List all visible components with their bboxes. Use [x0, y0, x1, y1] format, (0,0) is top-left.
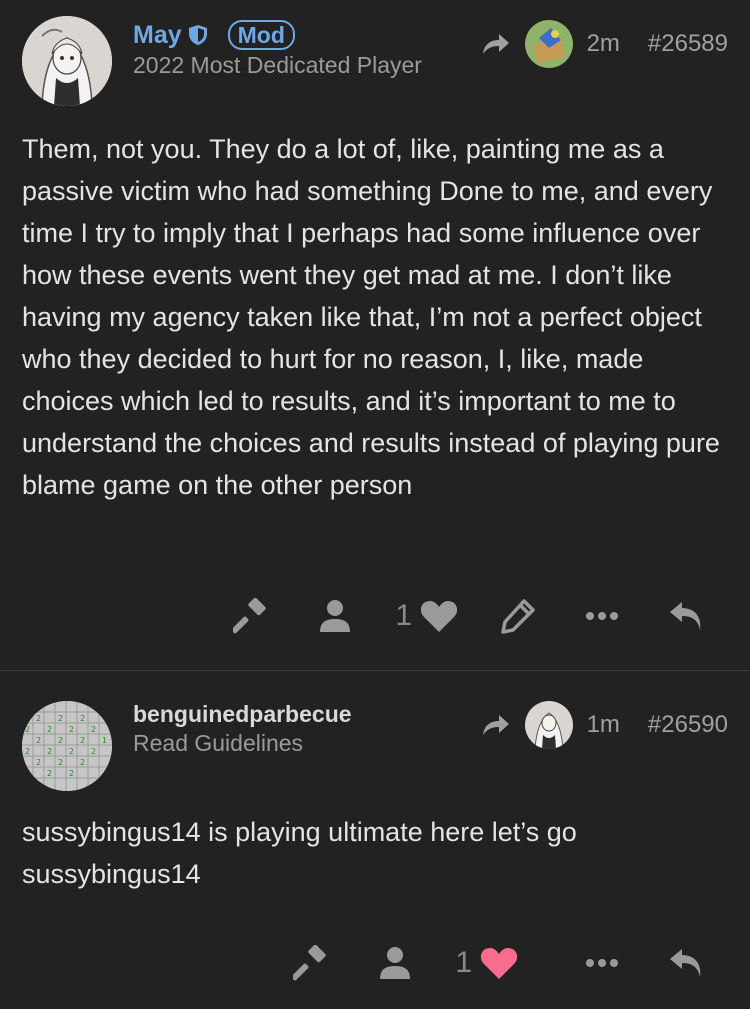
- svg-text:2: 2: [58, 736, 63, 745]
- shield-icon: [188, 24, 208, 46]
- svg-text:2: 2: [80, 714, 85, 723]
- pencil-icon[interactable]: [494, 592, 542, 640]
- post-time[interactable]: 1m: [587, 711, 620, 739]
- svg-text:2: 2: [36, 736, 41, 745]
- user-info: benguinedparbecue Read Guidelines: [133, 701, 352, 757]
- user-title: 2022 Most Dedicated Player: [133, 52, 422, 78]
- post-actions: 1: [191, 592, 710, 640]
- heart-icon[interactable]: [480, 946, 518, 980]
- svg-text:2: 2: [80, 758, 85, 767]
- reply-to-avatar[interactable]: [524, 20, 573, 68]
- post-meta: 2m #26589: [481, 20, 728, 68]
- svg-text:1: 1: [102, 736, 107, 745]
- svg-text:2: 2: [25, 747, 30, 756]
- svg-text:2: 2: [36, 714, 41, 723]
- reply-to-icon[interactable]: [481, 713, 511, 737]
- user-icon[interactable]: [311, 592, 359, 640]
- post-body: sussybingus14 is playing ultimate here l…: [22, 817, 577, 889]
- svg-text:2: 2: [69, 747, 74, 756]
- svg-text:2: 2: [58, 714, 63, 723]
- username[interactable]: benguinedparbecue: [133, 701, 352, 728]
- post-meta: 1m #26590: [481, 701, 728, 749]
- post-time[interactable]: 2m: [587, 30, 620, 58]
- reply-to-avatar[interactable]: [524, 701, 573, 749]
- post: May Mod 2022 Most Dedicated Player 2m #2…: [0, 0, 750, 670]
- more-icon[interactable]: [578, 939, 626, 987]
- svg-text:2: 2: [47, 747, 52, 756]
- svg-text:2: 2: [80, 736, 85, 745]
- post-body: Them, not you. They do a lot of, like, p…: [22, 134, 720, 500]
- avatar[interactable]: [22, 16, 112, 106]
- mod-badge: Mod: [227, 20, 295, 50]
- like-count: 1: [395, 599, 412, 632]
- user-icon[interactable]: [371, 939, 419, 987]
- user-title: Read Guidelines: [133, 730, 304, 756]
- like-button[interactable]: 1: [455, 946, 518, 980]
- hammer-icon[interactable]: [227, 592, 275, 640]
- hammer-icon[interactable]: [287, 939, 335, 987]
- svg-text:2: 2: [91, 747, 96, 756]
- post-number[interactable]: #26590: [648, 711, 728, 739]
- post-number[interactable]: #26589: [648, 30, 728, 58]
- reply-to-icon[interactable]: [481, 32, 511, 56]
- svg-text:2: 2: [91, 725, 96, 734]
- svg-text:2: 2: [47, 769, 52, 778]
- reply-icon[interactable]: [662, 592, 710, 640]
- like-button[interactable]: 1: [395, 599, 458, 633]
- username[interactable]: May: [133, 21, 182, 50]
- svg-text:2: 2: [25, 725, 30, 734]
- svg-text:2: 2: [69, 769, 74, 778]
- post: 222 2222 2221 2222 222 22 benguinedparbe…: [0, 670, 750, 1009]
- like-count: 1: [455, 946, 472, 979]
- svg-text:2: 2: [47, 725, 52, 734]
- more-icon[interactable]: [578, 592, 626, 640]
- post-actions: 1: [251, 939, 710, 987]
- svg-text:2: 2: [58, 758, 63, 767]
- reply-icon[interactable]: [662, 939, 710, 987]
- svg-text:2: 2: [69, 725, 74, 734]
- heart-icon[interactable]: [420, 599, 458, 633]
- svg-text:2: 2: [36, 758, 41, 767]
- user-info: May Mod 2022 Most Dedicated Player: [133, 20, 422, 79]
- avatar[interactable]: 222 2222 2221 2222 222 22: [22, 701, 112, 791]
